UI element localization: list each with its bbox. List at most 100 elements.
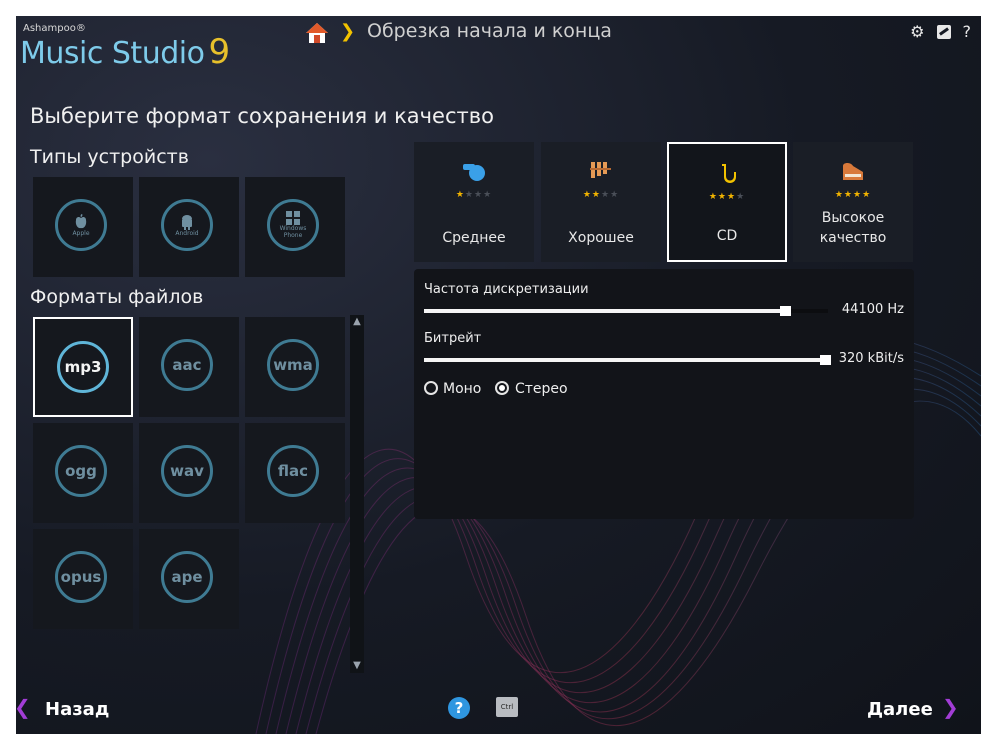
sample-rate-value: 44100 Hz — [841, 302, 904, 317]
format-label: wma — [273, 356, 313, 374]
star-filled-icon: ★ — [853, 190, 863, 200]
chevron-right-icon: ❯ — [340, 21, 356, 42]
star-filled-icon: ★ — [862, 190, 872, 200]
scroll-down-icon[interactable]: ▼ — [350, 659, 364, 673]
device-types-title: Типы устройств — [30, 146, 189, 168]
format-tile-wav[interactable]: wav — [139, 423, 239, 523]
rating-stars: ★★★★ — [669, 192, 785, 202]
bitrate-label: Битрейт — [424, 331, 482, 346]
sample-rate-slider[interactable] — [424, 309, 788, 313]
format-ring: opus — [55, 551, 107, 603]
quality-label: CD — [716, 228, 738, 244]
brand-version: 9 — [208, 32, 230, 72]
android-device-ring: Android — [161, 199, 213, 251]
piano-icon — [793, 160, 913, 187]
format-tile-mp3[interactable]: mp3 — [33, 317, 133, 417]
format-tile-opus[interactable]: opus — [33, 529, 133, 629]
star-empty-icon: ★ — [483, 190, 493, 200]
top-toolbar: ⚙ ? — [910, 22, 971, 41]
star-empty-icon: ★ — [610, 190, 620, 200]
quality-tile-high[interactable]: ★★★★ Высокое качество — [793, 142, 913, 262]
ctrl-key-button[interactable]: Ctrl — [496, 697, 518, 717]
star-empty-icon: ★ — [736, 192, 746, 202]
brand-name: Music Studio — [20, 36, 205, 71]
saxophone-icon — [669, 162, 785, 191]
star-empty-icon: ★ — [474, 190, 484, 200]
quality-label: Хорошее — [568, 230, 634, 246]
format-label: ape — [171, 568, 203, 586]
star-filled-icon: ★ — [582, 190, 592, 200]
format-ring: aac — [161, 339, 213, 391]
star-filled-icon: ★ — [591, 190, 601, 200]
star-filled-icon: ★ — [843, 190, 853, 200]
file-formats-title: Форматы файлов — [30, 286, 204, 308]
android-icon — [182, 214, 192, 230]
star-filled-icon: ★ — [834, 190, 844, 200]
stereo-label[interactable]: Стерео — [515, 381, 568, 397]
quality-tile-medium[interactable]: ★★★★ Среднее — [414, 142, 534, 262]
device-caption: Windows Phone — [279, 225, 307, 239]
apple-icon — [75, 213, 87, 228]
device-tile-android[interactable]: Android — [139, 177, 239, 277]
quality-tile-cd[interactable]: ★★★★ CD — [667, 142, 787, 262]
stereo-radio[interactable] — [495, 381, 509, 395]
format-ring: wma — [267, 339, 319, 391]
bitrate-value: 320 kBit/s — [838, 351, 904, 366]
app-logo: Music Studio 9 — [20, 32, 230, 72]
format-tile-flac[interactable]: flac — [245, 423, 345, 523]
sample-rate-thumb[interactable] — [780, 306, 791, 316]
scroll-up-icon[interactable]: ▲ — [350, 315, 364, 329]
edit-icon[interactable] — [936, 24, 951, 39]
format-tile-aac[interactable]: aac — [139, 317, 239, 417]
format-label: flac — [277, 462, 309, 480]
format-label: wav — [170, 462, 204, 480]
gear-icon[interactable]: ⚙ — [910, 22, 924, 41]
windows-device-ring: Windows Phone — [267, 199, 319, 251]
help-button[interactable]: ? — [448, 697, 470, 719]
quality-tile-good[interactable]: ★★★★ Хорошее — [541, 142, 661, 262]
next-button[interactable]: Далее — [867, 699, 933, 720]
settings-panel: Частота дискретизации 44100 Hz Битрейт 3… — [414, 269, 914, 519]
next-arrow-icon[interactable]: ❯ — [942, 695, 959, 719]
format-ring: ogg — [55, 445, 107, 497]
breadcrumb-current: Обрезка начала и конца — [367, 20, 612, 42]
quality-label: Среднее — [442, 230, 506, 246]
format-tile-ape[interactable]: ape — [139, 529, 239, 629]
star-filled-icon: ★ — [717, 192, 727, 202]
format-label: aac — [172, 356, 202, 374]
whistle-icon — [414, 160, 534, 187]
mono-label[interactable]: Моно — [443, 381, 481, 397]
sample-rate-label: Частота дискретизации — [424, 282, 589, 297]
back-button[interactable]: Назад — [45, 699, 109, 720]
format-ring: ape — [161, 551, 213, 603]
star-empty-icon: ★ — [601, 190, 611, 200]
app-window: Ashampoo® Music Studio 9 ❯ Обрезка начала… — [16, 16, 981, 734]
help-icon[interactable]: ? — [963, 22, 972, 41]
device-tile-apple[interactable]: Apple — [33, 177, 133, 277]
star-empty-icon: ★ — [464, 190, 474, 200]
rating-stars: ★★★★ — [793, 190, 913, 200]
format-tile-wma[interactable]: wma — [245, 317, 345, 417]
format-ring: flac — [267, 445, 319, 497]
apple-device-ring: Apple — [55, 199, 107, 251]
format-ring: mp3 — [57, 341, 109, 393]
star-filled-icon: ★ — [708, 192, 718, 202]
format-ring: wav — [161, 445, 213, 497]
windows-icon — [286, 211, 300, 225]
back-arrow-icon[interactable]: ❮ — [16, 695, 31, 719]
device-caption: Apple — [72, 229, 90, 237]
mono-radio[interactable] — [424, 381, 438, 395]
star-filled-icon: ★ — [455, 190, 465, 200]
home-icon[interactable] — [305, 22, 329, 44]
star-filled-icon: ★ — [727, 192, 737, 202]
device-caption: Android — [175, 229, 199, 237]
rating-stars: ★★★★ — [541, 190, 661, 200]
formats-scrollbar[interactable]: ▲ ▼ — [350, 315, 364, 673]
bitrate-slider[interactable] — [424, 358, 828, 362]
format-tile-ogg[interactable]: ogg — [33, 423, 133, 523]
format-label: ogg — [65, 462, 97, 480]
format-label: opus — [60, 568, 102, 586]
quality-label: Высокое качество — [819, 210, 887, 246]
device-tile-windows-phone[interactable]: Windows Phone — [245, 177, 345, 277]
page-title: Выберите формат сохранения и качество — [30, 104, 494, 128]
